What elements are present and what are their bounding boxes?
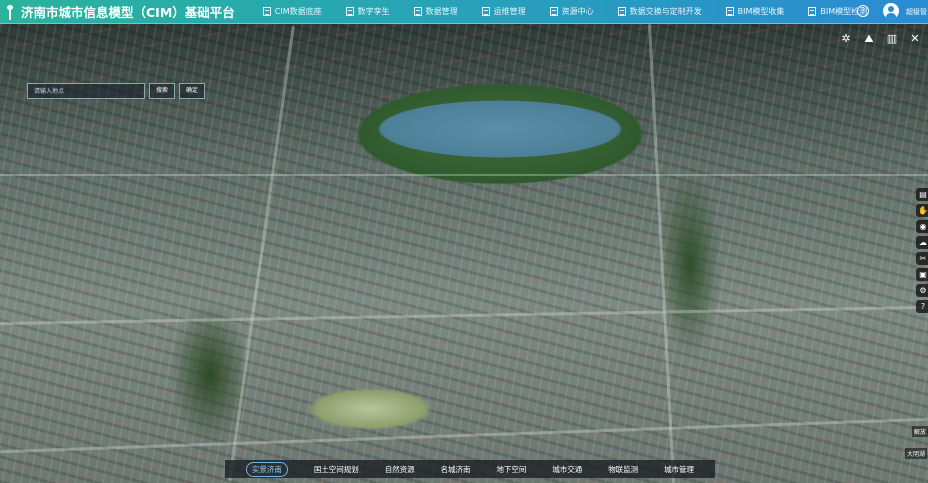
tab-underground[interactable]: 地下空间 xyxy=(496,464,526,475)
user-avatar[interactable] xyxy=(883,3,899,19)
building-icon[interactable]: ▥ xyxy=(885,32,899,46)
camera-icon[interactable]: ◉ xyxy=(916,220,928,233)
doc-icon xyxy=(481,7,490,16)
nav-operations[interactable]: 运维管理 xyxy=(481,6,526,17)
map-label: 解放 xyxy=(912,426,928,437)
tool-icon[interactable]: ✂ xyxy=(916,252,928,265)
tab-traffic[interactable]: 城市交通 xyxy=(552,464,582,475)
app-title: 济南市城市信息模型（CIM）基础平台 xyxy=(21,5,235,20)
doc-icon xyxy=(549,7,558,16)
map-toolbar: ✲ ⛰ ▥ ✕ xyxy=(839,32,922,46)
nav-data-exchange[interactable]: 数据交换与定制开发 xyxy=(617,6,702,17)
tower-logo-icon xyxy=(5,4,15,20)
search-input[interactable] xyxy=(27,83,145,99)
tab-natural-resources[interactable]: 自然资源 xyxy=(385,464,415,475)
user-name[interactable]: 超级管 xyxy=(906,7,927,17)
tab-spatial-planning[interactable]: 国土空间规划 xyxy=(314,464,359,475)
header-bar: 济南市城市信息模型（CIM）基础平台 CIM数据底座 数字孪生 数据管理 运维管… xyxy=(0,0,928,24)
nav-cim-base[interactable]: CIM数据底座 xyxy=(262,6,322,17)
doc-icon xyxy=(725,7,734,16)
help-icon[interactable]: ? xyxy=(916,300,928,313)
doc-icon xyxy=(617,7,626,16)
hand-icon[interactable]: ✋ xyxy=(916,204,928,217)
screenshot-icon[interactable]: ▣ xyxy=(916,268,928,281)
mountain-icon[interactable]: ⛰ xyxy=(862,32,876,46)
doc-icon xyxy=(808,7,817,16)
tab-iot[interactable]: 物联监测 xyxy=(608,464,638,475)
help-icon[interactable]: ? xyxy=(857,5,869,17)
location-search: 搜索 确定 xyxy=(27,83,206,99)
tab-city-management[interactable]: 城市管理 xyxy=(664,464,694,475)
tab-real-jinan[interactable]: 实景济南 xyxy=(245,461,288,477)
confirm-button[interactable]: 确定 xyxy=(179,83,206,99)
side-toolbar: ▤ ✋ ◉ ☁ ✂ ▣ ⚙ ? xyxy=(916,188,928,313)
bottom-nav: 实景济南 国土空间规划 自然资源 名城济南 地下空间 城市交通 物联监测 城市管… xyxy=(225,460,715,478)
doc-icon xyxy=(413,7,422,16)
map-label: 大明湖 xyxy=(905,448,928,459)
gear-icon[interactable]: ✲ xyxy=(839,32,853,46)
measure-icon[interactable]: ✕ xyxy=(908,32,922,46)
search-button[interactable]: 搜索 xyxy=(149,83,176,99)
weather-icon[interactable]: ☁ xyxy=(916,236,928,249)
settings-icon[interactable]: ⚙ xyxy=(916,284,928,297)
tab-historic-city[interactable]: 名城济南 xyxy=(441,464,471,475)
nav-resource-center[interactable]: 资源中心 xyxy=(549,6,594,17)
doc-icon xyxy=(262,7,271,16)
nav-data-management[interactable]: 数据管理 xyxy=(413,6,458,17)
doc-icon xyxy=(345,7,354,16)
nav-digital-twin[interactable]: 数字孪生 xyxy=(345,6,390,17)
nav-bim-collect[interactable]: BIM模型收集 xyxy=(725,6,784,17)
layer-icon[interactable]: ▤ xyxy=(916,188,928,201)
